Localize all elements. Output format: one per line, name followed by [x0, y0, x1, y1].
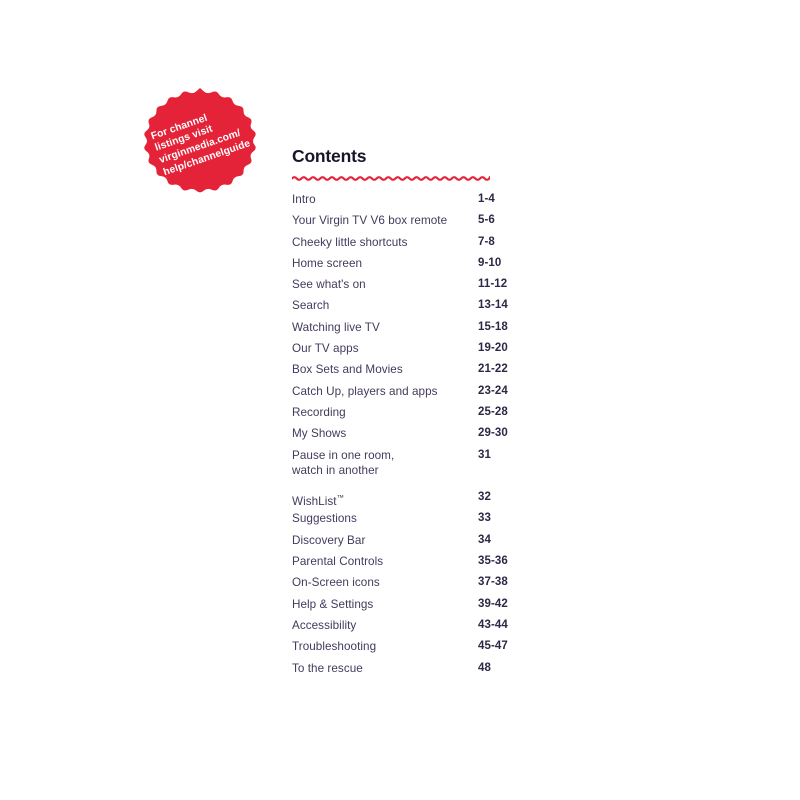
toc-entry-pages: 35-36	[478, 555, 508, 568]
toc-entry[interactable]: To the rescue 48	[292, 661, 592, 682]
toc-entry-pages: 19-20	[478, 342, 508, 355]
toc-entry-title: Our TV apps	[292, 342, 359, 356]
toc-entry-title: My Shows	[292, 427, 347, 441]
toc-entry-title: Search	[292, 299, 330, 313]
toc-entry-title: Parental Controls	[292, 555, 384, 569]
toc-entry-title-line2: watch in another	[292, 464, 379, 478]
toc-entry-title: Troubleshooting	[292, 640, 377, 654]
toc-entry-title: Recording	[292, 405, 346, 419]
toc-entry-title: See what's on	[292, 278, 366, 292]
toc-entry[interactable]: My Shows 29-30	[292, 426, 592, 447]
page-title: Contents	[292, 146, 367, 166]
toc-entry[interactable]: Troubleshooting 45-47	[292, 639, 592, 660]
toc-entry-pages: 48	[478, 661, 491, 674]
toc-entry-title: Watching live TV	[292, 320, 380, 334]
toc-entry-title: Cheeky little shortcuts	[292, 235, 408, 249]
toc-entry-pages: 34	[478, 533, 491, 546]
toc-entry[interactable]: Intro 1-4	[292, 192, 592, 213]
table-of-contents: Intro 1-4 Your Virgin TV V6 box remote 5-6 C…	[292, 192, 592, 682]
toc-entry-pages: 45-47	[478, 640, 508, 653]
toc-entry[interactable]: See what's on 11-12	[292, 277, 592, 298]
toc-entry-pages: 13-14	[478, 299, 508, 312]
toc-entry-pages: 32	[478, 491, 491, 504]
toc-entry-pages: 21-22	[478, 363, 508, 376]
toc-entry-pages: 15-18	[478, 320, 508, 333]
toc-entry-pages: 7-8	[478, 235, 495, 248]
contents-section: Contents Intro 1-4 Your Virgin TV V6 box r…	[292, 146, 592, 682]
toc-entry[interactable]: Cheeky little shortcuts 7-8	[292, 235, 592, 256]
channel-listings-badge[interactable]: For channel listings visit virginmedia.c…	[138, 84, 262, 198]
toc-entry-title: Suggestions	[292, 512, 357, 526]
badge-lines: For channel listings visit virginmedia.c…	[148, 102, 252, 180]
toc-entry[interactable]: Catch Up, players and apps 23-24	[292, 384, 592, 405]
toc-entry-pages: 29-30	[478, 427, 508, 440]
toc-entry[interactable]: WishList™ 32	[292, 490, 592, 511]
toc-entry[interactable]: Search 13-14	[292, 298, 592, 319]
toc-entry-pages: 39-42	[478, 597, 508, 610]
toc-entry-title: Home screen	[292, 256, 363, 270]
toc-entry-pages: 1-4	[478, 193, 495, 205]
toc-entry-title: Box Sets and Movies	[292, 363, 403, 377]
toc-entry-pages: 43-44	[478, 618, 508, 631]
toc-entry[interactable]: Help & Settings 39-42	[292, 597, 592, 618]
toc-entry-pages: 37-38	[478, 576, 508, 589]
toc-entry-title: Catch Up, players and apps	[292, 384, 438, 398]
toc-entry-title: Accessibility	[292, 618, 357, 632]
toc-entry[interactable]: Your Virgin TV V6 box remote 5-6	[292, 213, 592, 234]
toc-entry-pages: 31	[478, 448, 491, 461]
toc-entry-title: WishList™	[292, 493, 345, 509]
toc-entry-pages: 33	[478, 512, 491, 525]
toc-entry[interactable]: Discovery Bar 34	[292, 533, 592, 554]
toc-entry-title: Help & Settings	[292, 597, 374, 611]
wavy-divider-icon	[292, 176, 490, 181]
toc-entry-pages: 9-10	[478, 256, 502, 269]
toc-entry-title: On-Screen icons	[292, 576, 380, 590]
toc-entry-pages: 23-24	[478, 384, 508, 397]
toc-entry-title: To the rescue	[292, 661, 363, 675]
toc-entry[interactable]: Parental Controls 35-36	[292, 554, 592, 575]
toc-entry-title: Pause in one room, watch in another	[292, 448, 478, 479]
toc-entry[interactable]: Pause in one room, watch in another 31	[292, 448, 592, 491]
toc-entry-pages: 5-6	[478, 214, 495, 227]
page-canvas: For channel listings visit virginmedia.c…	[0, 0, 800, 800]
toc-entry[interactable]: Our TV apps 19-20	[292, 341, 592, 362]
toc-entry-pages: 11-12	[478, 278, 508, 291]
toc-entry-title: Discovery Bar	[292, 533, 366, 547]
toc-entry[interactable]: On-Screen icons 37-38	[292, 575, 592, 596]
toc-entry[interactable]: Recording 25-28	[292, 405, 592, 426]
toc-entry[interactable]: Suggestions 33	[292, 511, 592, 532]
toc-entry-title: Your Virgin TV V6 box remote	[292, 214, 448, 228]
toc-entry[interactable]: Home screen 9-10	[292, 256, 592, 277]
toc-entry[interactable]: Box Sets and Movies 21-22	[292, 362, 592, 383]
toc-entry[interactable]: Watching live TV 15-18	[292, 320, 592, 341]
toc-entry-pages: 25-28	[478, 405, 508, 418]
toc-entry[interactable]: Accessibility 43-44	[292, 618, 592, 639]
trademark-symbol: ™	[336, 493, 345, 503]
toc-entry-title: Intro	[292, 193, 316, 206]
